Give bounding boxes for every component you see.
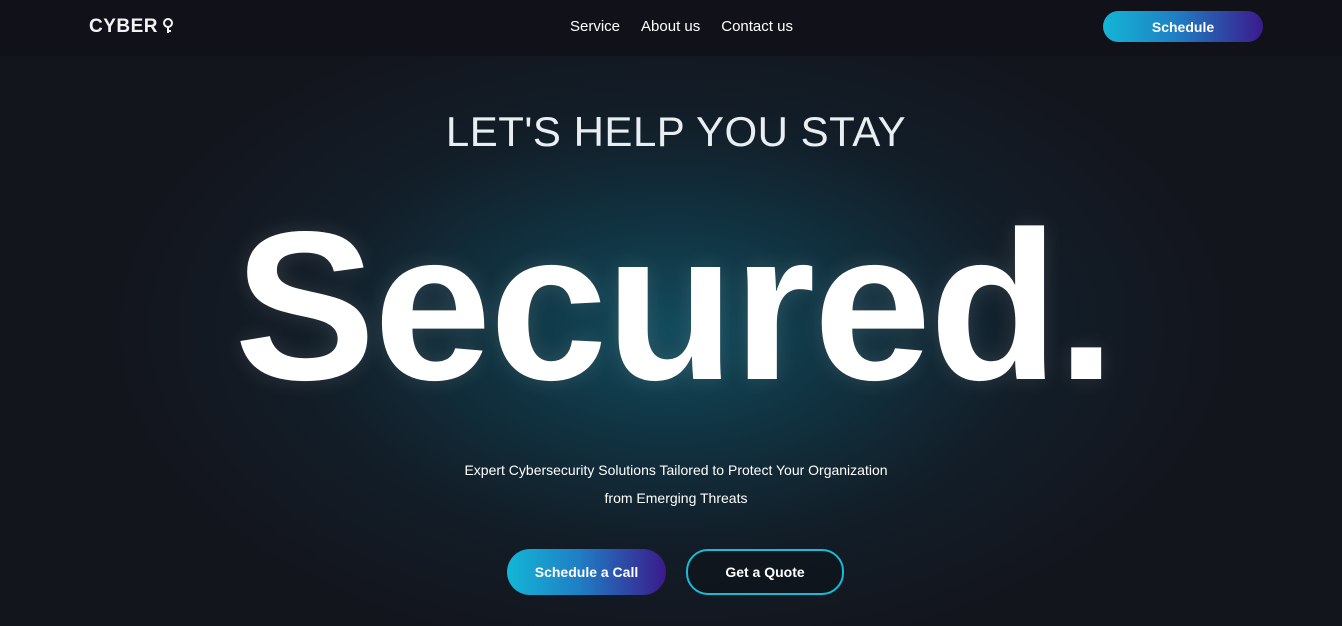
- keyhole-icon: [162, 18, 174, 36]
- brand-logo[interactable]: CYBER: [89, 16, 174, 38]
- schedule-a-call-button[interactable]: Schedule a Call: [507, 549, 666, 595]
- hero-subtitle: Expert Cybersecurity Solutions Tailored …: [0, 456, 1342, 512]
- navbar: CYBER Service About us Contact us Schedu…: [0, 0, 1342, 56]
- hero-title: Secured.: [234, 187, 1116, 424]
- primary-nav: Service About us Contact us: [570, 18, 793, 35]
- schedule-button[interactable]: Schedule: [1103, 11, 1263, 42]
- nav-link-service[interactable]: Service: [570, 18, 620, 35]
- brand-logo-text: CYBER: [89, 16, 159, 37]
- landing-page: CYBER Service About us Contact us Schedu…: [0, 0, 1342, 626]
- hero-kicker: LET'S HELP YOU STAY: [445, 108, 907, 155]
- nav-link-contact-us[interactable]: Contact us: [721, 18, 793, 35]
- hero-subtitle-line-2: from Emerging Threats: [604, 490, 748, 506]
- nav-link-about-us[interactable]: About us: [641, 18, 700, 35]
- hero-subtitle-line-1: Expert Cybersecurity Solutions Tailored …: [464, 462, 888, 478]
- get-a-quote-button[interactable]: Get a Quote: [686, 549, 844, 595]
